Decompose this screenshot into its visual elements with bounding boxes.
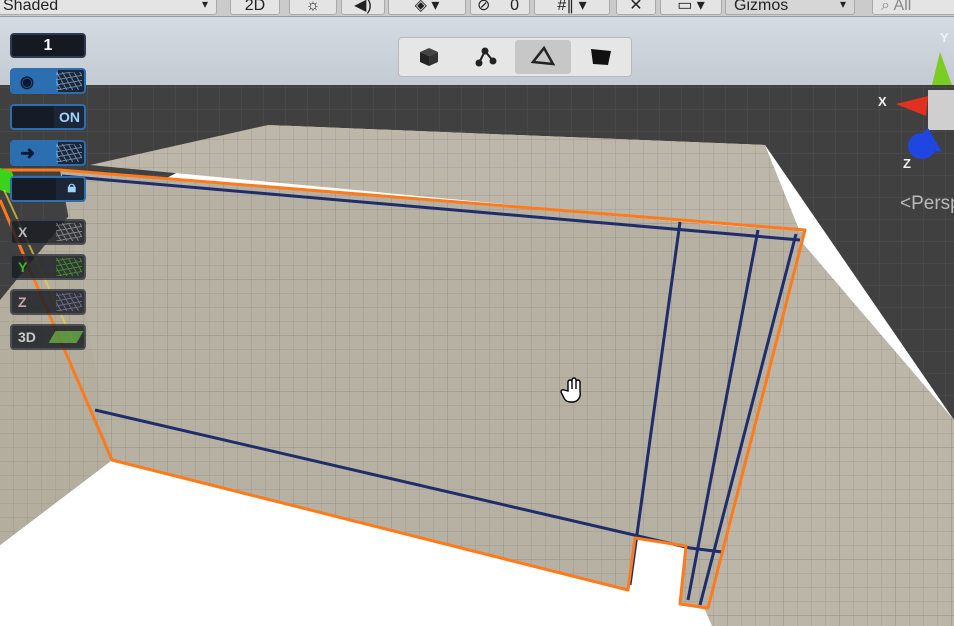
plane-icon bbox=[48, 331, 84, 343]
gizmos-label: Gizmos bbox=[734, 0, 789, 14]
grid-icon bbox=[56, 258, 82, 276]
axis-z-button[interactable]: Z bbox=[10, 289, 86, 315]
snap-on-toggle[interactable]: ON bbox=[10, 104, 86, 130]
effects-dropdown[interactable]: ◈ ▾ bbox=[388, 0, 466, 15]
shading-mode-dropdown[interactable]: Shaded ▾ bbox=[0, 0, 217, 15]
gizmo-y-label: Y bbox=[940, 30, 949, 45]
wrench-icon: ✕ bbox=[629, 0, 643, 14]
push-to-grid-button[interactable]: ➜ bbox=[10, 140, 86, 166]
search-input[interactable]: ⌕ All bbox=[872, 0, 954, 15]
y-axis-cone bbox=[932, 52, 952, 85]
grid-snapping-dropdown[interactable]: #∥ ▾ bbox=[534, 0, 610, 15]
grid-icon bbox=[56, 223, 82, 241]
grid-icon bbox=[56, 72, 82, 90]
camera-dropdown[interactable]: ▭ ▾ bbox=[660, 0, 722, 15]
grid-icon bbox=[56, 293, 82, 311]
axis-y-button[interactable]: Y bbox=[10, 254, 86, 280]
element-mode-toolbar bbox=[398, 37, 632, 77]
projection-toggle[interactable]: <Persp bbox=[900, 193, 954, 215]
eye-slash-icon: ⊘ bbox=[477, 0, 491, 14]
axis-x-button[interactable]: X bbox=[10, 219, 86, 245]
hidden-objects-button[interactable]: ⊘ 0 bbox=[470, 0, 530, 15]
gizmo-x-label: X bbox=[878, 94, 887, 109]
cube-icon bbox=[420, 48, 438, 66]
axis-x-label: X bbox=[18, 224, 28, 240]
visibility-grid-button[interactable]: ◉ bbox=[10, 68, 86, 94]
vertices-icon bbox=[475, 47, 497, 67]
counter-field[interactable]: 1 bbox=[10, 33, 86, 58]
chevron-down-icon: ▾ bbox=[201, 0, 208, 11]
tools-button[interactable]: ✕ bbox=[616, 0, 656, 15]
search-icon: ⌕ bbox=[881, 0, 894, 14]
axis-y-label: Y bbox=[18, 259, 28, 275]
object-mode-button[interactable] bbox=[401, 40, 457, 74]
gizmos-dropdown[interactable]: Gizmos ▾ bbox=[725, 0, 855, 15]
grid-icon bbox=[56, 144, 82, 162]
scene-view[interactable] bbox=[0, 0, 954, 626]
hidden-count: 0 bbox=[510, 0, 519, 14]
toggle-label: ON bbox=[59, 109, 80, 125]
counter-value: 1 bbox=[43, 37, 53, 54]
face-mode-button[interactable] bbox=[573, 40, 629, 74]
arrow-right-icon: ➜ bbox=[20, 143, 36, 163]
camera-icon: ▭ ▾ bbox=[677, 0, 705, 14]
grid-snap-icon: #∥ ▾ bbox=[557, 0, 587, 14]
axis-z-label: Z bbox=[18, 294, 27, 310]
projection-label: Persp bbox=[911, 193, 954, 214]
shading-mode-label: Shaded bbox=[3, 0, 59, 14]
edge-icon bbox=[530, 46, 556, 66]
search-placeholder: All bbox=[893, 0, 912, 14]
orientation-gizmo[interactable]: Y X Z bbox=[870, 30, 954, 180]
scene-toolbar: Shaded ▾ 2D ☼ ◀) ◈ ▾ ⊘ 0 #∥ ▾ ✕ ▭ ▾ Gizm… bbox=[0, 0, 954, 17]
gizmo-z-label: Z bbox=[903, 156, 911, 171]
lock-icon: 🔒︎ bbox=[67, 179, 76, 196]
mode-3d-label: 3D bbox=[18, 329, 36, 345]
light-icon: ☼ bbox=[305, 0, 321, 14]
layers-icon: ◈ ▾ bbox=[414, 0, 440, 14]
x-axis-cone bbox=[896, 96, 928, 116]
eye-icon: ◉ bbox=[20, 74, 34, 91]
audio-toggle-button[interactable]: ◀) bbox=[341, 0, 385, 15]
hand-cursor-icon bbox=[560, 377, 581, 403]
scene-viewport[interactable]: Shaded ▾ 2D ☼ ◀) ◈ ▾ ⊘ 0 #∥ ▾ ✕ ▭ ▾ Gizm… bbox=[0, 0, 954, 626]
edge-mode-button[interactable] bbox=[515, 40, 571, 74]
chevron-left-icon: < bbox=[900, 193, 912, 214]
chevron-down-icon: ▾ bbox=[839, 0, 846, 11]
face-icon bbox=[591, 49, 611, 65]
vertex-mode-button[interactable] bbox=[458, 40, 514, 74]
mode-3d-button[interactable]: 3D bbox=[10, 324, 86, 350]
lighting-toggle-button[interactable]: ☼ bbox=[289, 0, 337, 15]
speaker-icon: ◀) bbox=[354, 0, 372, 14]
lock-button[interactable]: 🔒︎ bbox=[10, 176, 86, 202]
2d-toggle-button[interactable]: 2D bbox=[230, 0, 280, 15]
2d-label: 2D bbox=[244, 0, 266, 14]
